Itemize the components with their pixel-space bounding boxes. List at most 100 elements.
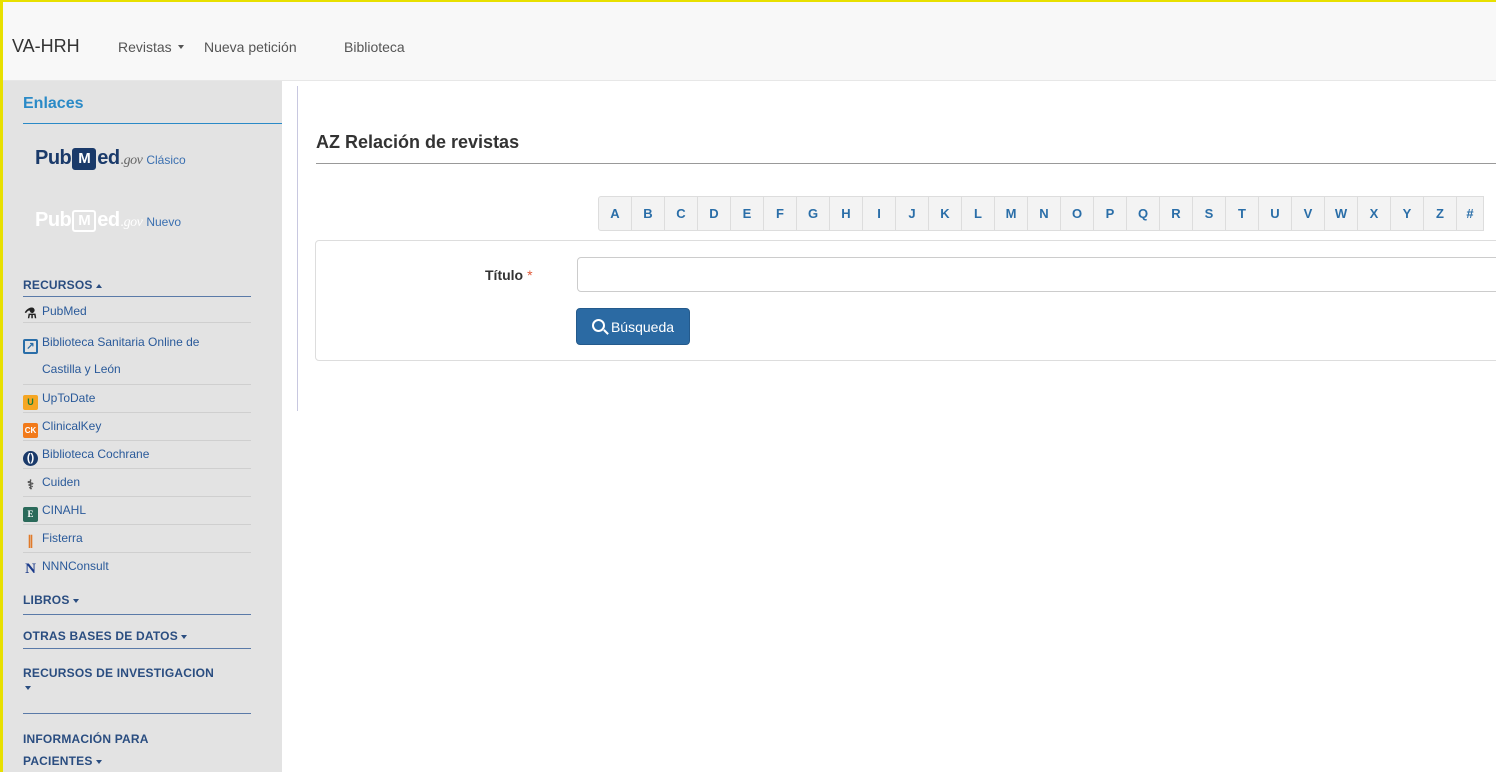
alpha-letter-m[interactable]: M — [995, 197, 1028, 230]
sidebar-header-divider — [23, 123, 282, 124]
chevron-down-icon — [25, 685, 31, 690]
resource-label: NNNConsult — [42, 559, 109, 573]
section-investigacion-toggle[interactable]: RECURSOS DE INVESTIGACION — [23, 666, 251, 694]
section-libros-toggle[interactable]: LIBROS — [23, 593, 251, 607]
chevron-down-icon — [180, 634, 187, 639]
chevron-down-icon — [95, 759, 102, 764]
alpha-letter-l[interactable]: L — [962, 197, 995, 230]
pubmed-logo-m: M — [72, 210, 97, 232]
alpha-letter-f[interactable]: F — [764, 197, 797, 230]
title-search-input[interactable] — [577, 257, 1496, 292]
alpha-letter-n[interactable]: N — [1028, 197, 1061, 230]
pubmed-logo-m: M — [72, 148, 97, 170]
alpha-letter-x[interactable]: X — [1358, 197, 1391, 230]
resource-item-cochrane[interactable]: () Biblioteca Cochrane — [23, 440, 251, 469]
resource-item-uptodate[interactable]: U UpToDate — [23, 384, 251, 413]
section-investigacion-label: RECURSOS DE INVESTIGACION — [23, 666, 215, 680]
pubmed-new-label: Nuevo — [146, 215, 182, 229]
alpha-letter-o[interactable]: O — [1061, 197, 1094, 230]
fisterra-icon: ∥ — [27, 533, 34, 548]
resource-label: Fisterra — [42, 531, 83, 545]
page-title: AZ Relación de revistas — [316, 132, 520, 152]
chevron-down-icon — [72, 598, 79, 603]
section-pacientes-label: INFORMACIÓN PARA — [23, 732, 149, 746]
nav-nueva-peticion[interactable]: Nueva petición — [204, 39, 297, 55]
resource-item-cinahl[interactable]: E CINAHL — [23, 496, 251, 525]
resource-label: CINAHL — [42, 503, 87, 517]
alpha-letter-p[interactable]: P — [1094, 197, 1127, 230]
search-button-label: Búsqueda — [610, 318, 675, 335]
section-recursos-toggle[interactable]: RECURSOS — [23, 278, 251, 292]
alpha-letter-hash[interactable]: # — [1457, 197, 1483, 230]
pubmed-logo-pub: Pub — [35, 209, 72, 231]
chevron-down-icon — [177, 45, 184, 50]
search-icon — [591, 319, 605, 332]
pubmed-classic-link[interactable]: Pub Med.gov Clásico — [35, 147, 186, 170]
resource-label: ClinicalKey — [42, 419, 102, 433]
sidebar-header: Enlaces — [23, 95, 84, 112]
section-divider — [23, 713, 251, 714]
alpha-letter-w[interactable]: W — [1325, 197, 1358, 230]
resource-label: UpToDate — [42, 391, 96, 405]
alpha-letter-y[interactable]: Y — [1391, 197, 1424, 230]
resource-label: PubMed — [42, 304, 87, 318]
resource-label: Cuiden — [42, 475, 81, 489]
required-marker: * — [527, 267, 533, 283]
resource-item-clinicalkey[interactable]: CK ClinicalKey — [23, 412, 251, 441]
alpha-letter-i[interactable]: I — [863, 197, 896, 230]
pubmed-logo-pub: Pub — [35, 147, 72, 169]
alpha-letter-g[interactable]: G — [797, 197, 830, 230]
alpha-letter-c[interactable]: C — [665, 197, 698, 230]
cuiden-icon: ⚕ — [26, 477, 35, 492]
alpha-letter-z[interactable]: Z — [1424, 197, 1457, 230]
pubmed-logo-gov: .gov — [120, 153, 143, 168]
uptodate-icon: U — [23, 395, 38, 410]
alpha-letter-s[interactable]: S — [1193, 197, 1226, 230]
nav-revistas-dropdown[interactable]: Revistas — [118, 39, 184, 55]
alpha-letter-u[interactable]: U — [1259, 197, 1292, 230]
resource-item-bibliosalud[interactable]: ↗ Biblioteca Sanitaria Online de Castilla… — [23, 329, 251, 385]
alpha-letter-e[interactable]: E — [731, 197, 764, 230]
sidebar: Enlaces Pub Med.gov Clásico Pub Med.gov Nuev… — [3, 81, 282, 772]
cochrane-icon: () — [23, 451, 38, 466]
search-button[interactable]: Búsqueda — [576, 308, 690, 345]
title-label-text: Título — [485, 267, 524, 283]
alphabet-filter: A B C D E F G H I J K L M N O P Q R S T … — [598, 196, 1484, 231]
alpha-letter-b[interactable]: B — [632, 197, 665, 230]
resource-item-pubmed[interactable]: ⚗ PubMed — [23, 301, 251, 323]
pubmed-classic-label: Clásico — [146, 153, 186, 167]
brand-name[interactable]: VA-HRH — [12, 36, 80, 57]
external-link-icon: ↗ — [23, 339, 38, 354]
alpha-letter-d[interactable]: D — [698, 197, 731, 230]
alpha-letter-v[interactable]: V — [1292, 197, 1325, 230]
section-divider — [23, 648, 251, 649]
nav-biblioteca[interactable]: Biblioteca — [344, 39, 405, 55]
resource-item-nnnconsult[interactable]: N NNNConsult — [23, 552, 251, 580]
section-pacientes-toggle[interactable]: INFORMACIÓN PARA PACIENTES — [23, 728, 251, 772]
pubmed-logo-ed: ed — [97, 147, 120, 169]
section-otras-bases-toggle[interactable]: OTRAS BASES DE DATOS — [23, 629, 251, 643]
alpha-letter-k[interactable]: K — [929, 197, 962, 230]
section-divider — [23, 296, 251, 297]
nav-revistas-label: Revistas — [118, 39, 172, 55]
clinicalkey-icon: CK — [23, 423, 38, 438]
section-recursos-label: RECURSOS — [23, 278, 93, 292]
resource-label-line2: Castilla y León — [42, 362, 121, 376]
section-libros-label: LIBROS — [23, 593, 70, 607]
pubmed-new-link[interactable]: Pub Med.gov Nuevo — [35, 209, 181, 232]
section-pacientes-label-2: PACIENTES — [23, 754, 93, 768]
alpha-letter-r[interactable]: R — [1160, 197, 1193, 230]
content-divider — [297, 86, 298, 411]
alpha-letter-h[interactable]: H — [830, 197, 863, 230]
resource-item-cuiden[interactable]: ⚕ Cuiden — [23, 468, 251, 497]
chevron-up-icon — [95, 283, 102, 288]
top-navbar: VA-HRH Revistas Nueva petición Bibliotec… — [3, 2, 1496, 81]
alpha-letter-q[interactable]: Q — [1127, 197, 1160, 230]
resource-item-fisterra[interactable]: ∥ Fisterra — [23, 524, 251, 553]
nnn-icon: N — [25, 561, 36, 577]
alpha-letter-a[interactable]: A — [599, 197, 632, 230]
section-divider — [23, 614, 251, 615]
dna-icon: ⚗ — [24, 305, 37, 321]
alpha-letter-t[interactable]: T — [1226, 197, 1259, 230]
alpha-letter-j[interactable]: J — [896, 197, 929, 230]
